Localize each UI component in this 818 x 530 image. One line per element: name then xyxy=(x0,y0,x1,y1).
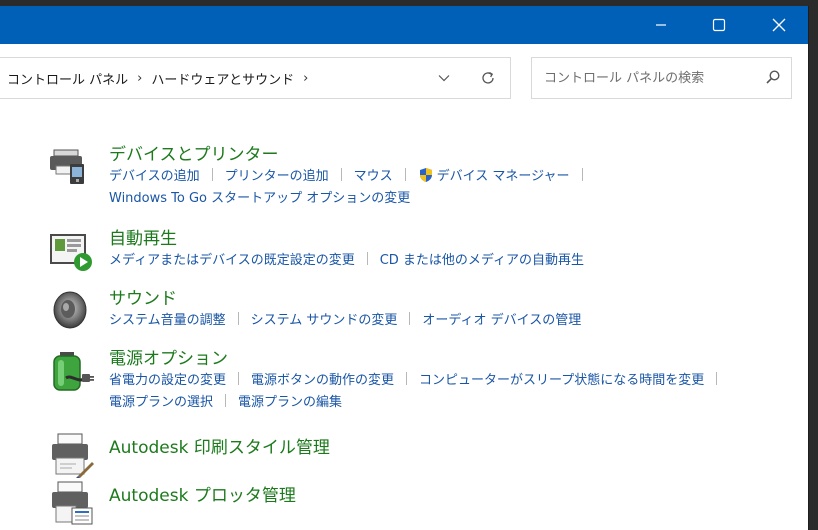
autodesk-plotter-link[interactable]: Autodesk プロッタ管理 xyxy=(109,480,296,512)
breadcrumb-item-hardware-sound[interactable]: ハードウェアとサウンド xyxy=(151,69,294,88)
add-printer-link[interactable]: プリンターの追加 xyxy=(225,169,329,184)
sound-link[interactable]: サウンド xyxy=(109,288,581,310)
devices-printers-tasks: デバイスの追加 プリンターの追加 マウス デバイス マネージャー xyxy=(109,166,595,188)
autoplay-icon xyxy=(50,234,92,271)
speaker-icon xyxy=(53,291,87,329)
control-panel-window: コントロール パネル › ハードウェアとサウンド › コントロール パネルの検索… xyxy=(0,6,809,530)
title-bar xyxy=(0,6,808,44)
refresh-icon xyxy=(482,71,494,84)
autoplay-tasks: メディアまたはデバイスの既定設定の変更 CD または他のメディアの自動再生 xyxy=(109,250,584,272)
plot-style-printer-icon xyxy=(52,433,94,478)
link-separator xyxy=(581,168,583,181)
sleep-time-link[interactable]: コンピューターがスリープ状態になる時間を変更 xyxy=(419,373,704,388)
uac-shield-icon xyxy=(419,168,432,182)
breadcrumb: コントロール パネル › ハードウェアとサウンド › xyxy=(0,69,317,88)
windows-to-go-link[interactable]: Windows To Go スタートアップ オプションの変更 xyxy=(109,191,410,206)
printer-devices-icon xyxy=(50,149,84,184)
link-separator xyxy=(238,372,240,385)
device-manager-link[interactable]: デバイス マネージャー xyxy=(437,169,570,184)
link-separator xyxy=(409,312,411,325)
search-box xyxy=(531,57,792,99)
link-separator xyxy=(225,394,227,407)
breadcrumb-chevron-icon[interactable]: › xyxy=(303,71,308,86)
devices-printers-link[interactable]: デバイスとプリンター xyxy=(109,144,595,166)
change-system-sounds-link[interactable]: システム サウンドの変更 xyxy=(251,313,398,328)
power-options-tasks-row2: 電源プランの選択 電源プランの編集 xyxy=(109,392,729,414)
autodesk-plot-style-link[interactable]: Autodesk 印刷スタイル管理 xyxy=(109,432,330,464)
refresh-button[interactable] xyxy=(466,58,510,98)
close-icon xyxy=(772,18,786,32)
plotter-printer-icon xyxy=(52,481,93,525)
autoplay-cd-link[interactable]: CD または他のメディアの自動再生 xyxy=(380,253,584,268)
address-row: コントロール パネル › ハードウェアとサウンド › xyxy=(0,44,808,104)
link-separator xyxy=(211,168,213,181)
choose-power-plan-link[interactable]: 電源プランの選択 xyxy=(109,395,213,410)
devices-printers-tasks-row2: Windows To Go スタートアップ オプションの変更 xyxy=(109,188,595,210)
chevron-down-icon xyxy=(438,75,450,82)
breadcrumb-item-control-panel[interactable]: コントロール パネル xyxy=(7,69,128,88)
history-dropdown-button[interactable] xyxy=(422,58,466,98)
change-media-defaults-link[interactable]: メディアまたはデバイスの既定設定の変更 xyxy=(109,253,355,268)
search-icon[interactable] xyxy=(765,69,781,85)
maximize-icon xyxy=(712,18,726,32)
change-power-saving-link[interactable]: 省電力の設定の変更 xyxy=(109,373,226,388)
edit-power-plan-link[interactable]: 電源プランの編集 xyxy=(238,395,342,410)
minimize-button[interactable] xyxy=(632,6,690,44)
link-separator xyxy=(716,372,718,385)
maximize-button[interactable] xyxy=(690,6,748,44)
power-options-tasks: 省電力の設定の変更 電源ボタンの動作の変更 コンピューターがスリープ状態になる時間を… xyxy=(109,370,729,392)
autoplay-link[interactable]: 自動再生 xyxy=(109,228,584,250)
link-separator xyxy=(237,312,239,325)
breadcrumb-chevron-icon[interactable]: › xyxy=(137,71,142,86)
add-device-link[interactable]: デバイスの追加 xyxy=(109,169,200,184)
minimize-icon xyxy=(656,24,666,26)
sound-tasks: システム音量の調整 システム サウンドの変更 オーディオ デバイスの管理 xyxy=(109,310,581,332)
address-bar[interactable]: コントロール パネル › ハードウェアとサウンド › xyxy=(0,57,511,99)
link-separator xyxy=(406,372,408,385)
mouse-link[interactable]: マウス xyxy=(354,169,393,184)
battery-power-icon xyxy=(53,352,94,391)
link-separator xyxy=(404,168,406,181)
adjust-volume-link[interactable]: システム音量の調整 xyxy=(109,313,226,328)
link-separator xyxy=(340,168,342,181)
close-button[interactable] xyxy=(750,6,808,44)
power-options-link[interactable]: 電源オプション xyxy=(109,348,729,370)
link-separator xyxy=(366,252,368,265)
power-button-action-link[interactable]: 電源ボタンの動作の変更 xyxy=(251,373,394,388)
manage-audio-devices-link[interactable]: オーディオ デバイスの管理 xyxy=(422,313,581,328)
search-input[interactable] xyxy=(542,69,756,87)
